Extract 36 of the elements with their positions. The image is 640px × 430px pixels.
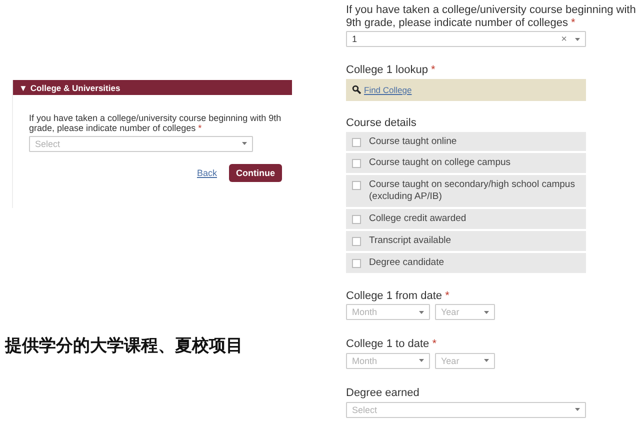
checkbox[interactable] [352,258,361,268]
checkbox-option[interactable]: Course taught on college campus [346,153,586,174]
caret-icon [484,359,489,362]
clear-icon[interactable]: × [561,34,567,45]
checkbox[interactable] [352,215,361,224]
field-label: College 1 lookup * [346,64,436,77]
checkbox-option[interactable]: College credit awarded [346,209,586,229]
caption-text: 提供学分的大学课程、夏校项目 [5,335,244,357]
checkbox[interactable] [352,181,361,190]
field-label: If you have taken a college/university course beginning with 9th grade, please indicate number of colleges * [29,113,282,134]
checkbox[interactable] [352,159,361,168]
caret-icon [242,142,247,146]
caret-icon [419,310,424,314]
field-label: Course details [346,116,418,130]
caret-icon [419,359,424,362]
checkbox[interactable] [352,236,361,246]
checkbox-option[interactable]: Transcript available [346,230,586,251]
field-label: Degree earned [346,386,420,400]
section-header[interactable]: ▼ College & Universities [13,80,292,95]
back-link[interactable]: Back [196,168,217,178]
caret-icon: ▼ [19,82,28,92]
checkbox-option[interactable]: Degree candidate [346,252,586,273]
continue-button[interactable]: Continue [229,164,282,182]
find-college-link[interactable]: Find College [364,84,412,95]
caret-icon [484,310,489,314]
select-field[interactable]: 1 × [346,31,586,48]
field-label: College 1 from date * [346,290,450,302]
search-icon [352,85,361,94]
field-label: If you have taken a college/university course beginning with 9th grade, please indicate number of colleges * [346,4,636,30]
section-title: College & Universities [30,82,120,92]
checkbox-option[interactable]: Course taught on secondary/high school campus (excluding AP/IB) [346,175,586,208]
caret-icon [575,38,580,41]
checkbox[interactable] [352,138,361,147]
caret-icon [575,408,580,412]
field-label: College 1 to date * [346,338,438,351]
checkbox-option[interactable]: Course taught online [346,132,586,152]
